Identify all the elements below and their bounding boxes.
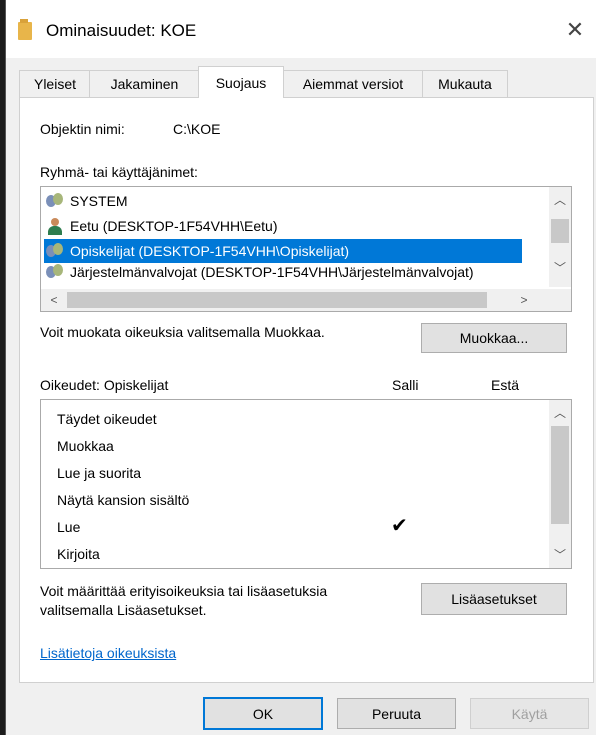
permission-row: Näytä kansion sisältö xyxy=(57,492,190,508)
permission-row: Lue xyxy=(57,519,81,535)
group-icon xyxy=(46,243,64,259)
user-icon xyxy=(46,218,64,235)
groups-label: Ryhmä- tai käyttäjänimet: xyxy=(40,164,198,180)
checkmark-icon: ✔ xyxy=(391,515,408,537)
tab-mukauta[interactable]: Mukauta xyxy=(422,70,508,97)
apply-button[interactable]: Käytä xyxy=(470,698,589,729)
list-item-eetu[interactable]: Eetu (DESKTOP-1F54VHH\Eetu) xyxy=(44,214,522,238)
scroll-left-icon[interactable]: < xyxy=(43,290,65,310)
permissions-list[interactable]: Täydet oikeudet Muokkaa Lue ja suorita N… xyxy=(40,399,572,569)
group-icon xyxy=(46,264,64,280)
list-item-label: SYSTEM xyxy=(70,193,128,209)
list-item-jarjestelmanvalvojat[interactable]: Järjestelmänvalvojat (DESKTOP-1F54VHH\Jä… xyxy=(44,264,522,280)
scroll-thumb[interactable] xyxy=(551,219,569,243)
edit-hint: Voit muokata oikeuksia valitsemalla Muok… xyxy=(40,324,325,340)
scroll-thumb[interactable] xyxy=(67,292,487,308)
permissions-label: Oikeudet: Opiskelijat xyxy=(40,377,169,393)
advanced-hint-line2: valitsemalla Lisäasetukset. xyxy=(40,602,207,618)
allow-column-header: Salli xyxy=(392,377,419,393)
security-panel: Objektin nimi: C:\KOE Ryhmä- tai käyttäj… xyxy=(19,97,594,683)
tab-jakaminen[interactable]: Jakaminen xyxy=(89,70,200,97)
cancel-button[interactable]: Peruuta xyxy=(337,698,456,729)
permissions-vertical-scrollbar[interactable]: ︿ ﹀ xyxy=(549,400,571,568)
permission-row: Muokkaa xyxy=(57,438,114,454)
scroll-right-icon[interactable]: > xyxy=(513,290,535,310)
object-name-label: Objektin nimi: xyxy=(40,121,125,137)
edit-button[interactable]: Muokkaa... xyxy=(421,323,567,353)
groups-list[interactable]: SYSTEM Eetu (DESKTOP-1F54VHH\Eetu) Opisk… xyxy=(40,186,572,312)
group-icon xyxy=(46,193,64,209)
permission-row: Täydet oikeudet xyxy=(57,411,157,427)
properties-dialog: Ominaisuudet: KOE ✕ Yleiset Jakaminen Su… xyxy=(5,0,596,735)
list-item-label: Eetu (DESKTOP-1F54VHH\Eetu) xyxy=(70,218,278,234)
title-bar: Ominaisuudet: KOE ✕ xyxy=(6,0,596,58)
scroll-up-icon[interactable]: ︿ xyxy=(549,189,571,209)
advanced-button[interactable]: Lisäasetukset xyxy=(421,583,567,615)
list-item-opiskelijat[interactable]: Opiskelijat (DESKTOP-1F54VHH\Opiskelijat… xyxy=(44,239,522,263)
tab-suojaus[interactable]: Suojaus xyxy=(198,66,284,98)
groups-vertical-scrollbar[interactable]: ︿ ﹀ xyxy=(549,187,571,287)
scroll-down-icon[interactable]: ﹀ xyxy=(549,544,571,564)
object-name-value: C:\KOE xyxy=(173,121,221,137)
permissions-help-link[interactable]: Lisätietoja oikeuksista xyxy=(40,645,176,661)
ok-button[interactable]: OK xyxy=(203,697,323,730)
folder-icon xyxy=(18,19,32,40)
groups-horizontal-scrollbar[interactable]: < > xyxy=(41,289,571,311)
list-item-label: Järjestelmänvalvojat (DESKTOP-1F54VHH\Jä… xyxy=(70,264,474,280)
list-item-label: Opiskelijat (DESKTOP-1F54VHH\Opiskelijat… xyxy=(70,243,350,259)
list-item-system[interactable]: SYSTEM xyxy=(44,189,522,213)
scroll-up-icon[interactable]: ︿ xyxy=(549,402,571,422)
scroll-down-icon[interactable]: ﹀ xyxy=(549,257,571,277)
permission-row: Lue ja suorita xyxy=(57,465,142,481)
close-button[interactable]: ✕ xyxy=(553,10,596,50)
window-title: Ominaisuudet: KOE xyxy=(46,21,197,40)
scroll-thumb[interactable] xyxy=(551,426,569,524)
tab-yleiset[interactable]: Yleiset xyxy=(19,70,91,97)
advanced-hint-line1: Voit määrittää erityisoikeuksia tai lisä… xyxy=(40,583,328,599)
deny-column-header: Estä xyxy=(491,377,520,393)
tab-aiemmat-versiot[interactable]: Aiemmat versiot xyxy=(282,70,424,97)
permission-row: Kirjoita xyxy=(57,546,100,562)
